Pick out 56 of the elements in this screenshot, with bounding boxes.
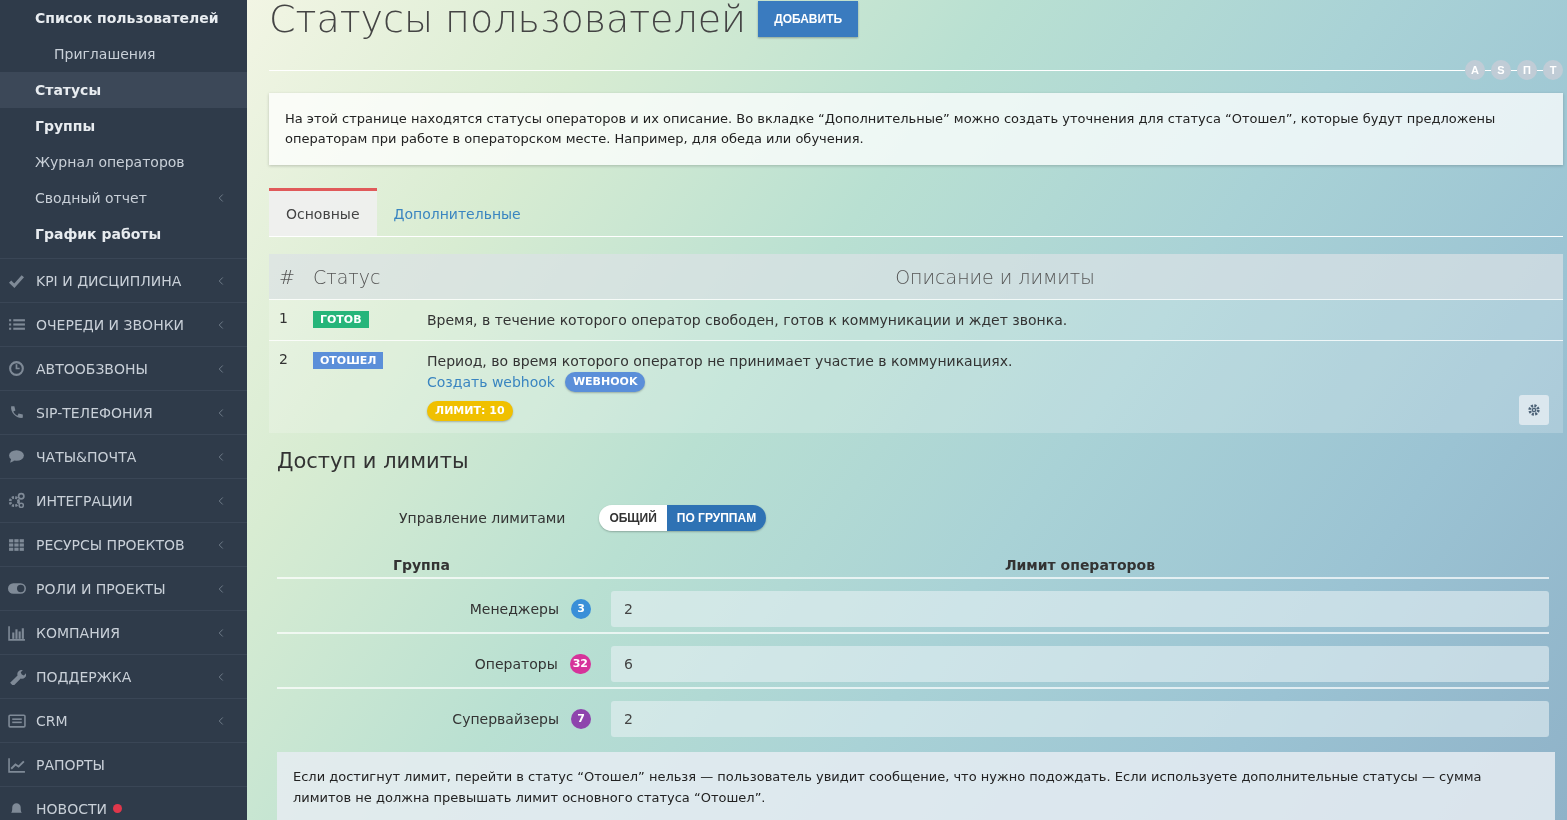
clock-icon <box>8 360 26 377</box>
card-icon <box>8 712 26 729</box>
settings-icon <box>1526 402 1542 418</box>
group-name: Супервайзеры <box>452 710 559 727</box>
sidebar-item[interactable]: Список пользователей <box>0 0 247 36</box>
count-badge: 3 <box>571 598 591 619</box>
row-number: 1 <box>278 310 289 328</box>
column-header: Описание и лимиты <box>894 265 1096 288</box>
sidebar-item[interactable]: Сводный отчет <box>0 180 247 216</box>
column-header: Лимит операторов <box>1003 557 1157 573</box>
check-icon <box>8 272 26 289</box>
group-name: Менеджеры <box>469 600 559 617</box>
sidebar-item[interactable]: Статусы <box>0 72 247 108</box>
note-text: Если достигнут лимит, перейти в статус “Отошел” нельзя — пользователь увидит сообщение, что нужно подождать. Если используете дополнительные статусы — сумма лимитов не должна превышать лимит основного статуса “Отошел”. <box>277 752 1555 820</box>
phone-icon <box>8 404 26 421</box>
tab[interactable]: Основные <box>269 188 377 236</box>
sidebar-item[interactable]: Группы <box>0 108 247 144</box>
count-badge: 7 <box>571 708 591 729</box>
limit-input[interactable]: 2 <box>611 700 1549 737</box>
webhook-badge: WEBHOOK <box>564 372 646 392</box>
limit-input[interactable]: 6 <box>611 645 1549 682</box>
grid-icon <box>8 536 26 553</box>
toggle-icon <box>8 580 26 597</box>
mode-option[interactable]: ОБЩИЙ <box>599 505 667 531</box>
group-name: Операторы <box>474 655 558 672</box>
settings-button[interactable] <box>1519 395 1549 425</box>
sidebar-item[interactable]: КОМПАНИЯ <box>0 610 247 654</box>
count-badge: 32 <box>569 653 591 674</box>
sidebar-item[interactable]: Журнал операторов <box>0 144 247 180</box>
status-description: Период, во время которого оператор не принимает участие в коммуникациях. <box>427 352 1014 371</box>
sidebar-item[interactable]: CRM <box>0 698 247 742</box>
sidebar-item[interactable]: НОВОСТИ <box>0 786 247 820</box>
status-description: Время, в течение которого оператор свободен, готов к коммуникации и ждет звонка. <box>427 311 1069 330</box>
limit-input[interactable]: 2 <box>611 590 1549 627</box>
status-label: ОТОШЕЛ <box>313 352 384 369</box>
add-button[interactable]: ДОБАВИТЬ <box>758 1 859 37</box>
column-header: Группа <box>392 557 451 573</box>
sidebar-item[interactable]: График работы <box>0 216 247 252</box>
status-label: ГОТОВ <box>313 311 369 328</box>
line-chart-icon <box>8 756 26 773</box>
row-number: 2 <box>278 351 289 369</box>
limit-badge: ЛИМИТ: 10 <box>427 401 513 421</box>
list-icon <box>8 316 26 333</box>
chat-bubble-icon <box>8 448 26 465</box>
mode-option[interactable]: ПО ГРУППАМ <box>666 505 767 531</box>
page-title: Статусы пользователей <box>269 0 747 40</box>
wrench-icon <box>8 668 26 685</box>
sidebar-item[interactable]: Приглашения <box>0 36 247 72</box>
field-label: Управление лимитами <box>399 510 566 526</box>
gears-icon <box>8 492 26 509</box>
column-header: Статус <box>312 265 382 288</box>
column-header: # <box>278 265 296 288</box>
sidebar-item[interactable]: РОЛИ И ПРОЕКТЫ <box>0 566 247 610</box>
info-text: На этой странице находятся статусы операторов и их описание. Во вкладке “Дополнительные” можно создать уточнения для статуса “Отошел”, которые будут предложены операторам при работе в операторском месте. Например, для обеда или обучения. <box>269 93 1563 165</box>
bar-chart-icon <box>8 624 26 641</box>
section-title: Доступ и лимиты <box>277 449 470 473</box>
